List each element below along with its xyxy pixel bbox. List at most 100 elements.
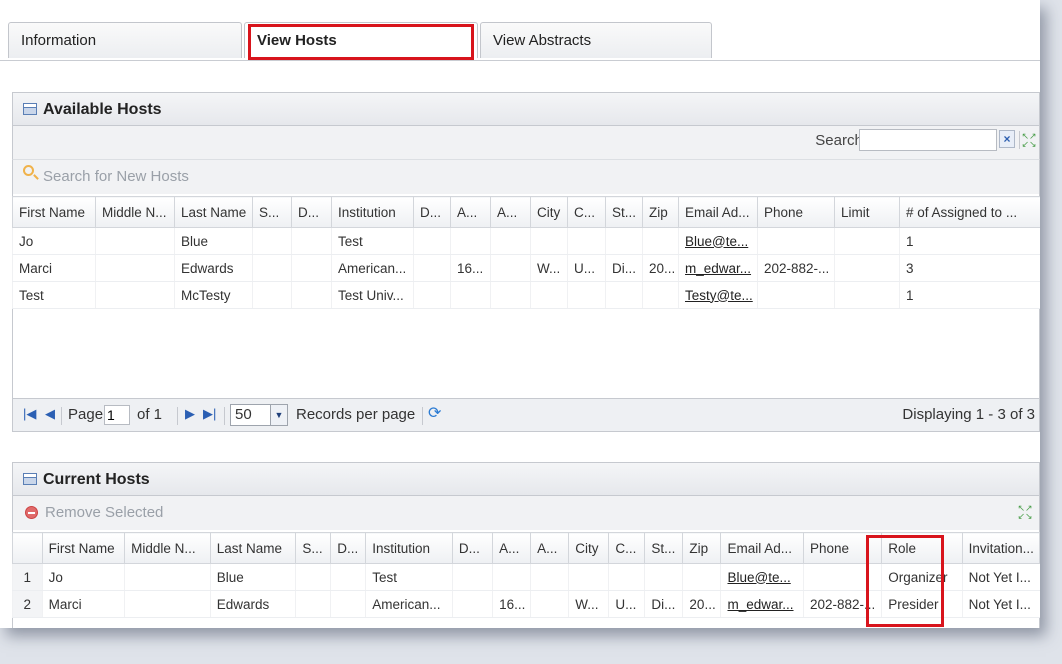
cell-state: Di... [605, 254, 643, 282]
first-page-icon[interactable]: |◀ [23, 406, 36, 422]
col-first-name[interactable]: First Name [41, 532, 126, 564]
prev-page-icon[interactable]: ◀ [45, 406, 55, 422]
col-state[interactable]: St... [644, 532, 684, 564]
cell [567, 227, 606, 255]
clear-search-button[interactable]: × [999, 130, 1015, 148]
cell-city [568, 563, 609, 591]
email-link[interactable]: m_edwar... [685, 261, 751, 276]
col-s[interactable]: S... [295, 532, 332, 564]
col-city[interactable]: City [568, 532, 610, 564]
table-row[interactable]: Jo Blue Test Blue@te... 1 [12, 227, 1040, 255]
col-assigned[interactable]: # of Assigned to ... [899, 196, 1040, 228]
col-d2[interactable]: D... [451, 532, 494, 564]
col-last-name[interactable]: Last Name [174, 196, 253, 228]
col-state[interactable]: St... [605, 196, 643, 228]
cell [413, 281, 451, 309]
col-role[interactable]: Role [881, 532, 963, 564]
available-hosts-title: Available Hosts [43, 101, 162, 118]
tab-view-abstracts[interactable]: View Abstracts [480, 22, 712, 58]
expand-arrows-icon[interactable]: ↖↗ ↙↘ [1021, 132, 1037, 149]
expand-arrows-icon[interactable]: ↖↗ ↙↘ [1017, 504, 1033, 521]
col-s[interactable]: S... [252, 196, 292, 228]
remove-selected-button[interactable]: Remove Selected [45, 504, 163, 521]
cell [291, 281, 332, 309]
search-input[interactable] [859, 129, 997, 151]
tab-divider [0, 60, 1040, 61]
col-first-name[interactable]: First Name [12, 196, 96, 228]
cell [330, 563, 366, 591]
col-a2[interactable]: A... [490, 196, 531, 228]
cell [450, 281, 491, 309]
cell-zip [642, 227, 679, 255]
cell-invitation: Not Yet I... [961, 563, 1040, 591]
email-link[interactable]: Testy@te... [685, 288, 753, 303]
col-d2[interactable]: D... [413, 196, 451, 228]
col-middle-name[interactable]: Middle N... [95, 196, 175, 228]
col-limit[interactable]: Limit [834, 196, 900, 228]
available-actions-bar: Search for New Hosts [12, 160, 1040, 194]
cell [252, 281, 292, 309]
table-row[interactable]: 1 Jo Blue Test Blue@te... Organizer Not … [12, 563, 1040, 591]
cell: U... [608, 590, 645, 618]
email-link[interactable]: m_edwar... [727, 597, 793, 612]
col-zip[interactable]: Zip [642, 196, 679, 228]
tab-bar: Information View Hosts View Abstracts [0, 0, 1040, 62]
col-d[interactable]: D... [291, 196, 332, 228]
col-last-name[interactable]: Last Name [209, 532, 297, 564]
last-page-icon[interactable]: ▶| [203, 406, 216, 422]
chevron-down-icon: ▼ [270, 405, 287, 425]
col-a[interactable]: A... [492, 532, 532, 564]
col-a2[interactable]: A... [530, 532, 570, 564]
col-email[interactable]: Email Ad... [678, 196, 758, 228]
available-hosts-table: First Name Middle N... Last Name S... D.… [12, 196, 1040, 309]
col-institution[interactable]: Institution [365, 532, 453, 564]
cell [295, 563, 331, 591]
search-new-hosts-button[interactable]: Search for New Hosts [43, 168, 189, 185]
page-size-select[interactable]: 50 ▼ [230, 404, 288, 426]
table-row[interactable]: Test McTesty Test Univ... Testy@te... 1 [12, 281, 1040, 309]
table-row[interactable]: 2 Marci Edwards American... 16... W... U… [12, 590, 1040, 618]
cell-middle-name [95, 254, 175, 282]
cell-zip [642, 281, 679, 309]
page-size-value: 50 [235, 406, 252, 423]
cell: U... [567, 254, 606, 282]
page-number-input[interactable] [104, 405, 130, 425]
pager-separator [177, 407, 178, 425]
col-invitation[interactable]: Invitation... [961, 532, 1040, 564]
cell-phone [757, 227, 835, 255]
col-c[interactable]: C... [608, 532, 646, 564]
page-label: Page [68, 406, 104, 423]
col-institution[interactable]: Institution [331, 196, 414, 228]
col-city[interactable]: City [530, 196, 568, 228]
app-window: Information View Hosts View Abstracts Av… [0, 0, 1040, 628]
cell-assigned: 3 [899, 254, 1040, 282]
email-link[interactable]: Blue@te... [727, 570, 790, 585]
col-a[interactable]: A... [450, 196, 491, 228]
col-phone[interactable]: Phone [757, 196, 835, 228]
col-zip[interactable]: Zip [682, 532, 722, 564]
next-page-icon[interactable]: ▶ [185, 406, 195, 422]
cell-email: m_edwar... [678, 254, 758, 282]
refresh-icon[interactable]: ⟳ [428, 405, 446, 423]
cell-email: m_edwar... [720, 590, 804, 618]
col-phone[interactable]: Phone [802, 532, 883, 564]
cell-assigned: 1 [899, 227, 1040, 255]
cell [567, 281, 606, 309]
cell-state [644, 563, 683, 591]
cell [490, 254, 531, 282]
tab-view-hosts[interactable]: View Hosts [244, 22, 478, 58]
cell-city [530, 227, 568, 255]
col-c[interactable]: C... [567, 196, 606, 228]
table-row[interactable]: Marci Edwards American... 16... W... U..… [12, 254, 1040, 282]
col-email[interactable]: Email Ad... [720, 532, 804, 564]
col-middle-name[interactable]: Middle N... [124, 532, 211, 564]
tab-information[interactable]: Information [8, 22, 242, 58]
cell [608, 563, 645, 591]
email-link[interactable]: Blue@te... [685, 234, 748, 249]
col-d[interactable]: D... [330, 532, 367, 564]
cell-institution: American... [365, 590, 453, 618]
cell-row-number: 1 [12, 563, 43, 591]
cell-middle-name [95, 227, 175, 255]
cell-first-name: Jo [12, 227, 96, 255]
minus-circle-icon [25, 506, 38, 519]
